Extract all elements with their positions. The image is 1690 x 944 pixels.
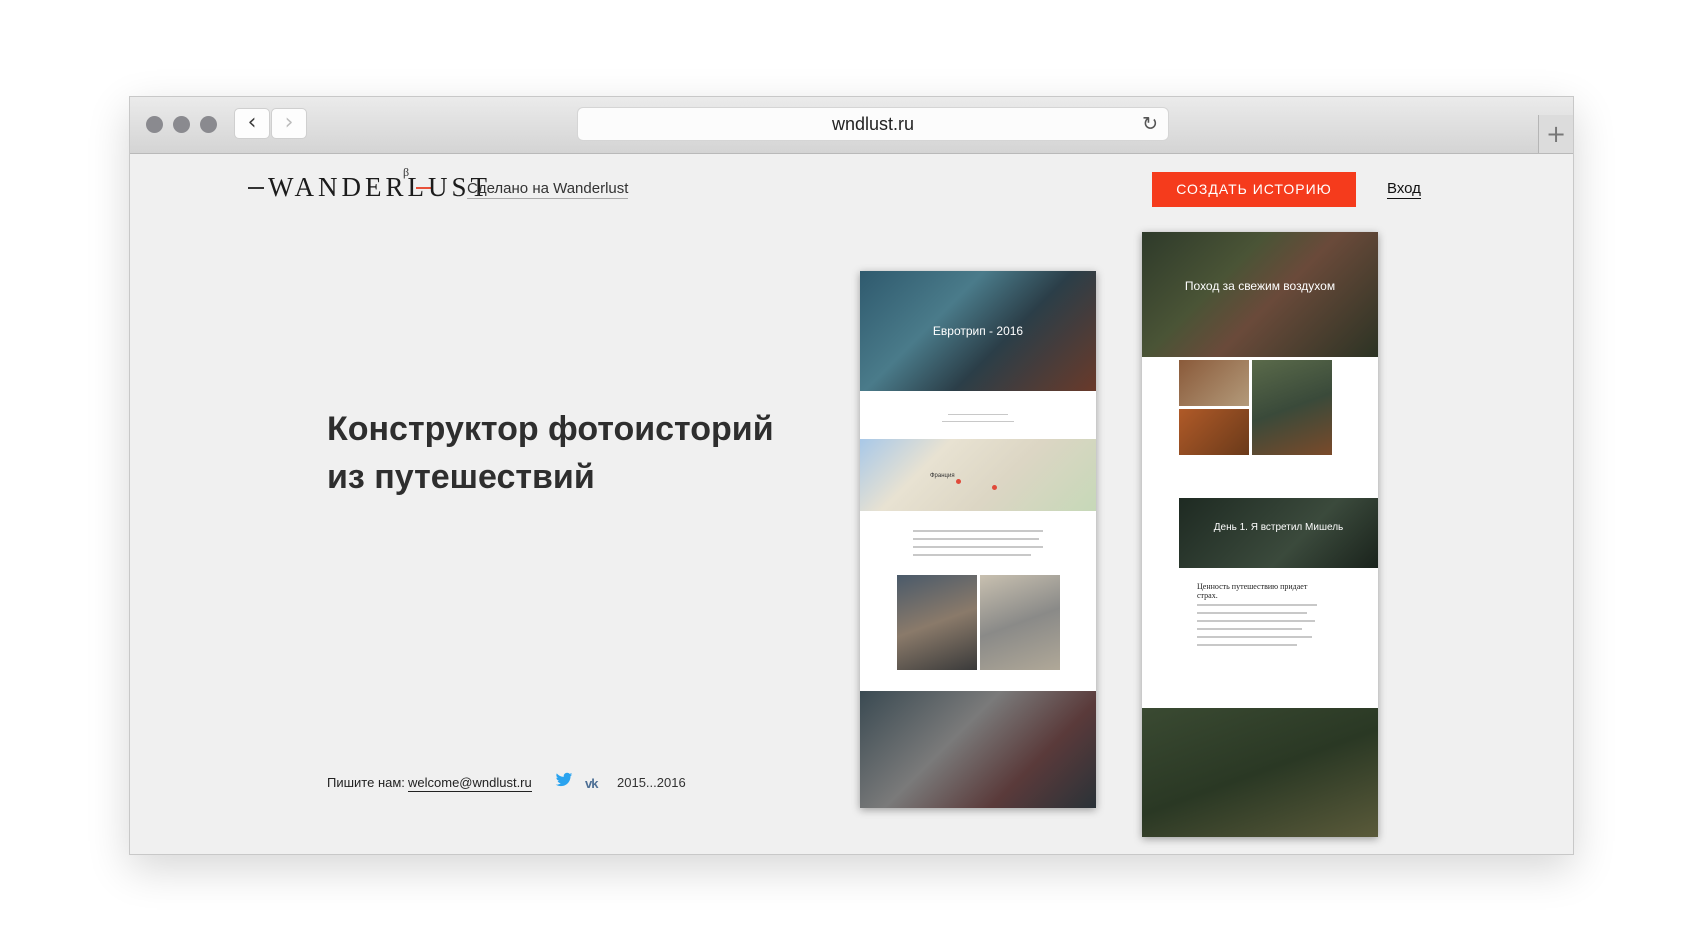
paris-street-photo xyxy=(980,575,1060,670)
browser-window: ‹ › wndlust.ru ↻ + WANDERLUST β Сделано … xyxy=(129,96,1574,855)
logo-text: WANDERLUST xyxy=(268,172,491,202)
logo-beta: β xyxy=(403,165,410,179)
page-content: WANDERLUST β Сделано на Wanderlust СОЗДА… xyxy=(130,154,1573,854)
nav-line xyxy=(948,414,1008,415)
page-title: Конструктор фотоисторий из путешествий xyxy=(327,405,847,501)
new-tab-button[interactable]: + xyxy=(1538,115,1573,153)
chevron-left-icon: ‹ xyxy=(247,110,257,135)
create-story-button[interactable]: СОЗДАТЬ ИСТОРИЮ xyxy=(1152,172,1356,207)
back-button[interactable]: ‹ xyxy=(234,108,270,139)
title-line-1: Конструктор фотоисторий xyxy=(327,410,774,448)
city-stairs-photo xyxy=(860,691,1096,808)
text-line xyxy=(1197,620,1315,622)
boots-tent-photo xyxy=(1252,360,1332,455)
zoom-window-button[interactable] xyxy=(200,116,217,133)
close-window-button[interactable] xyxy=(146,116,163,133)
right-day-title: День 1. Я встретил Мишель xyxy=(1213,522,1344,533)
forward-button[interactable]: › xyxy=(271,108,307,139)
nav-line xyxy=(942,421,1014,422)
login-link[interactable]: Вход xyxy=(1387,180,1421,199)
text-line xyxy=(913,546,1043,548)
made-on-wanderlust-link[interactable]: Сделано на Wanderlust xyxy=(467,180,629,199)
axe-photo xyxy=(1179,360,1249,406)
right-story-preview: Поход за свежим воздухом День 1. Я встре… xyxy=(1142,232,1378,837)
text-line xyxy=(913,554,1031,556)
map-label: Франция xyxy=(930,473,955,479)
logo-left-line xyxy=(248,187,264,189)
map-pin-icon xyxy=(992,485,997,490)
write-us-label: Пишите нам: xyxy=(327,775,405,790)
address-bar[interactable]: wndlust.ru ↻ xyxy=(578,108,1168,140)
text-line xyxy=(913,538,1039,540)
copyright-years: 2015...2016 xyxy=(617,775,686,790)
vk-icon[interactable]: vk xyxy=(585,776,599,791)
left-story-title: Евротрип - 2016 xyxy=(932,324,1024,338)
forest-deer-photo xyxy=(1142,708,1378,837)
paris-building-photo xyxy=(897,575,977,670)
title-line-2: из путешествий xyxy=(327,458,595,496)
twitter-icon[interactable] xyxy=(555,772,573,788)
browser-toolbar: ‹ › wndlust.ru ↻ + xyxy=(130,97,1573,154)
day-one-photo: День 1. Я встретил Мишель xyxy=(1179,498,1378,568)
url-text: wndlust.ru xyxy=(831,114,915,134)
reload-icon[interactable]: ↻ xyxy=(1142,108,1158,140)
text-line xyxy=(1197,604,1317,606)
minimize-window-button[interactable] xyxy=(173,116,190,133)
right-quote-title: Ценность путешествию придает страх. xyxy=(1197,582,1308,600)
text-line xyxy=(1197,612,1307,614)
right-story-title: Поход за свежим воздухом xyxy=(1184,279,1336,293)
campfire-photo xyxy=(1179,409,1249,455)
map-preview: Франция xyxy=(860,439,1096,511)
email-link[interactable]: welcome@wndlust.ru xyxy=(408,775,532,792)
forest-hike-photo: Поход за свежим воздухом xyxy=(1142,232,1378,357)
text-line xyxy=(1197,644,1297,646)
text-line xyxy=(1197,636,1312,638)
text-line xyxy=(1197,628,1302,630)
map-pin-icon xyxy=(956,479,961,484)
chevron-right-icon: › xyxy=(284,110,294,135)
eurotrip-photo: Евротрип - 2016 xyxy=(860,271,1096,391)
wanderlust-logo[interactable]: WANDERLUST β xyxy=(248,165,487,208)
plus-icon: + xyxy=(1545,120,1567,148)
left-story-preview: Евротрип - 2016 Франция xyxy=(860,271,1096,808)
text-line xyxy=(913,530,1043,532)
